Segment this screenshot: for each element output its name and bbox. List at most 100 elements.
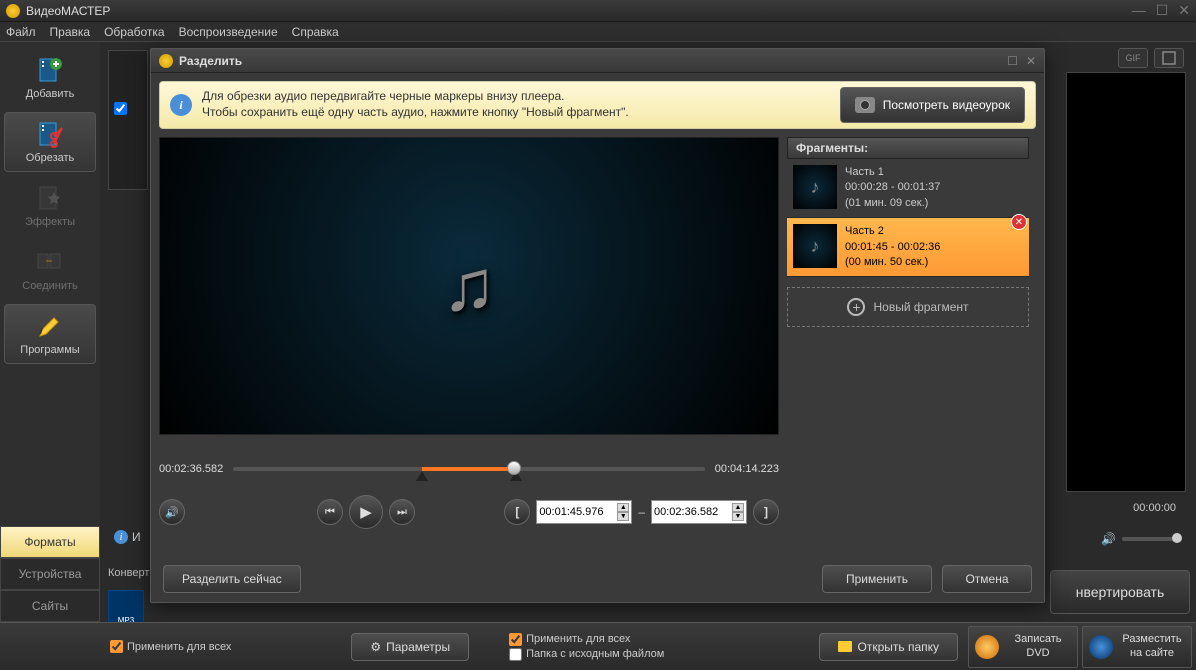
fragment-name: Часть 1	[845, 165, 1023, 180]
fragment-item[interactable]: ♪ Часть 1 00:00:28 - 00:01:37 (01 мин. 0…	[787, 159, 1029, 218]
prev-button[interactable]: ⏮	[317, 499, 343, 525]
new-fragment-button[interactable]: + Новый фрагмент	[787, 287, 1029, 327]
globe-icon	[1089, 635, 1113, 659]
app-title: ВидеоМАСТЕР	[26, 4, 1132, 18]
sidebar-effects: Эффекты	[4, 176, 96, 236]
left-tabs: Форматы Устройства Сайты	[0, 526, 100, 622]
sidebar-add-label: Добавить	[26, 88, 75, 100]
dvd-icon	[975, 635, 999, 659]
plus-icon: +	[847, 298, 865, 316]
time-from-input[interactable]: 00:01:45.976 ▲▼	[536, 500, 632, 524]
menu-playback[interactable]: Воспроизведение	[179, 25, 278, 39]
dialog-minimize-button[interactable]: ☐	[1007, 54, 1018, 68]
fragment-delete-button[interactable]: ✕	[1011, 214, 1027, 230]
fragment-item[interactable]: ♪ Часть 2 00:01:45 - 00:02:36 (00 мин. 5…	[787, 218, 1029, 277]
spin-up[interactable]: ▲	[732, 503, 744, 512]
dialog-close-button[interactable]: ✕	[1026, 54, 1036, 68]
timeline-end: 00:04:14.223	[715, 463, 779, 475]
publish-button[interactable]: Разместить на сайте	[1082, 626, 1192, 668]
fragment-thumb-icon: ♪	[793, 165, 837, 209]
effects-icon	[36, 184, 64, 212]
close-button[interactable]: ✕	[1178, 2, 1190, 19]
sidebar-add[interactable]: Добавить	[4, 48, 96, 108]
sidebar-programs[interactable]: Программы	[4, 304, 96, 364]
sidebar-join-label: Соединить	[22, 280, 78, 292]
open-folder-button[interactable]: Открыть папку	[819, 633, 958, 661]
info-icon: i	[170, 94, 192, 116]
dash: –	[638, 505, 645, 519]
gear-icon: ⚙	[370, 640, 381, 654]
programs-icon	[36, 312, 64, 340]
convert-button-bg[interactable]: нвертировать	[1050, 570, 1190, 614]
marker-left[interactable]	[416, 471, 428, 481]
menu-edit[interactable]: Правка	[50, 25, 91, 39]
set-end-button[interactable]: ]	[753, 499, 779, 525]
dialog-icon	[159, 54, 173, 68]
burn-dvd-button[interactable]: Записать DVD	[968, 626, 1078, 668]
fragment-duration: (01 мин. 09 сек.)	[845, 196, 1023, 211]
bg-time: 00:00:00	[1133, 502, 1176, 514]
play-button[interactable]: ▶	[349, 495, 383, 529]
mute-button[interactable]: 🔊	[159, 499, 185, 525]
sidebar-effects-label: Эффекты	[25, 216, 75, 228]
fragment-thumb-icon: ♪	[793, 224, 837, 268]
info-text: И	[132, 530, 141, 544]
file-list-bg	[108, 50, 148, 190]
tab-sites[interactable]: Сайты	[0, 590, 100, 622]
dialog-titlebar: Разделить ☐ ✕	[151, 49, 1044, 73]
fullscreen-button[interactable]	[1154, 48, 1184, 68]
source-folder-checkbox[interactable]: Папка с исходным файлом	[509, 648, 664, 661]
webcam-icon	[855, 97, 875, 113]
split-dialog: Разделить ☐ ✕ i Для обрезки аудио передв…	[150, 48, 1045, 603]
dialog-title: Разделить	[179, 54, 1007, 68]
apply-all-checkbox-2[interactable]: Применить для всех	[509, 633, 664, 646]
params-button[interactable]: ⚙ Параметры	[351, 633, 469, 661]
menubar: Файл Правка Обработка Воспроизведение Сп…	[0, 22, 1196, 42]
preview-bg	[1066, 72, 1186, 492]
content-area: GIF 00:00:00 🔊 i И Конверт MP3 нвертиров…	[100, 42, 1196, 622]
join-icon	[36, 248, 64, 276]
film-cut-icon	[36, 120, 64, 148]
hint-text: Для обрезки аудио передвигайте черные ма…	[202, 89, 830, 120]
timeline[interactable]: 00:02:36.582 00:04:14.223	[159, 463, 779, 475]
time-to-input[interactable]: 00:02:36.582 ▲▼	[651, 500, 747, 524]
spin-up[interactable]: ▲	[617, 503, 629, 512]
apply-all-checkbox-1[interactable]: Применить для всех	[110, 640, 231, 653]
info-icon: i	[114, 530, 128, 544]
volume-control[interactable]: 🔊	[1101, 532, 1182, 546]
spin-down[interactable]: ▼	[617, 512, 629, 521]
tab-devices[interactable]: Устройства	[0, 558, 100, 590]
info-row: i И	[114, 530, 141, 544]
gif-button[interactable]: GIF	[1118, 48, 1148, 68]
tab-formats[interactable]: Форматы	[0, 526, 100, 558]
file-checkbox[interactable]	[114, 102, 127, 115]
app-icon	[6, 4, 20, 18]
minimize-button[interactable]: —	[1132, 2, 1146, 19]
folder-icon	[838, 641, 852, 652]
sidebar-cut[interactable]: Обрезать	[4, 112, 96, 172]
maximize-button[interactable]: ☐	[1156, 2, 1169, 19]
sidebar-join: Соединить	[4, 240, 96, 300]
timeline-start: 00:02:36.582	[159, 463, 223, 475]
menu-file[interactable]: Файл	[6, 25, 36, 39]
tutorial-button[interactable]: Посмотреть видеоурок	[840, 87, 1025, 123]
cancel-button[interactable]: Отмена	[942, 565, 1032, 593]
set-start-button[interactable]: [	[504, 499, 530, 525]
menu-help[interactable]: Справка	[292, 25, 339, 39]
spin-down[interactable]: ▼	[732, 512, 744, 521]
fragment-duration: (00 мин. 50 сек.)	[845, 255, 1023, 270]
fragments-panel: Фрагменты: ♪ Часть 1 00:00:28 - 00:01:37…	[787, 137, 1029, 529]
dialog-footer: Разделить сейчас Применить Отмена	[151, 556, 1044, 602]
menu-process[interactable]: Обработка	[104, 25, 165, 39]
player: ♫ 00:02:36.582 00:04:14.223 🔊	[159, 137, 779, 529]
titlebar: ВидеоМАСТЕР — ☐ ✕	[0, 0, 1196, 22]
fragments-title: Фрагменты:	[787, 137, 1029, 159]
apply-button[interactable]: Применить	[822, 565, 932, 593]
timeline-track[interactable]	[233, 467, 705, 471]
format-mp3-icon[interactable]: MP3	[108, 590, 144, 626]
fragment-range: 00:00:28 - 00:01:37	[845, 180, 1023, 195]
next-button[interactable]: ⏭	[389, 499, 415, 525]
player-controls: 🔊 ⏮ ▶ ⏭ [ 00:01:45.976 ▲▼ – 00:0	[159, 495, 779, 529]
split-now-button[interactable]: Разделить сейчас	[163, 565, 301, 593]
timeline-thumb[interactable]	[507, 461, 521, 475]
